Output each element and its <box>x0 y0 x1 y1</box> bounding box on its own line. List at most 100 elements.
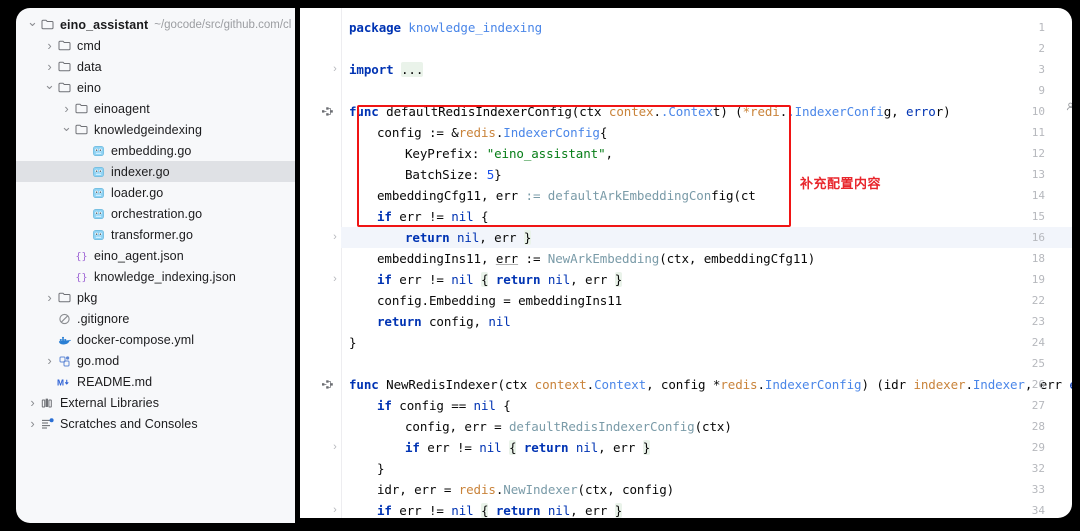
code-line[interactable]: if err != nil { return nil, err } <box>405 437 650 458</box>
code-token: , config * <box>646 377 721 392</box>
code-line[interactable]: func NewRedisIndexer(ctx context.Context… <box>349 374 1072 395</box>
code-token: contex <box>601 104 654 119</box>
folder-icon <box>73 124 90 136</box>
sidebar-item-embedding-go[interactable]: embedding.go <box>16 140 295 161</box>
sidebar-item-indexer-go[interactable]: indexer.go <box>16 161 295 182</box>
code-token: nil <box>547 272 571 287</box>
code-token: return <box>405 230 450 245</box>
sidebar-item-pkg[interactable]: pkg <box>16 287 295 308</box>
code-token: } <box>523 230 532 245</box>
sidebar-item-knowledge-indexing-json[interactable]: {} knowledge_indexing.json <box>16 266 295 287</box>
sidebar-item-label: eino_agent.json <box>94 248 184 263</box>
code-token: err != <box>391 272 452 287</box>
sidebar-item-external-libraries[interactable]: External Libraries <box>16 392 295 413</box>
json-file-icon: {} <box>73 250 90 261</box>
code-token: } <box>614 272 623 287</box>
fold-expand-icon[interactable]: › <box>329 59 341 80</box>
sidebar-item-go-mod[interactable]: go.mod <box>16 350 295 371</box>
code-token: , <box>605 146 614 161</box>
sidebar-item-scratches-and-consoles[interactable]: Scratches and Consoles <box>16 413 295 434</box>
code-line[interactable]: KeyPrefix: "eino_assistant", <box>405 143 613 164</box>
code-token: if <box>377 503 392 518</box>
code-line[interactable]: if err != nil { <box>377 206 489 227</box>
code-line[interactable]: } <box>377 458 385 479</box>
code-line[interactable]: if err != nil { return nil, err } <box>377 500 622 518</box>
sidebar-item-loader-go[interactable]: loader.go <box>16 182 295 203</box>
code-token: return <box>377 314 422 329</box>
code-token: import <box>349 62 394 77</box>
code-token: r) <box>935 104 959 119</box>
fold-expand-icon[interactable]: › <box>329 269 341 290</box>
sidebar-item-cmd[interactable]: cmd <box>16 35 295 56</box>
json-file-icon: {} <box>73 271 90 282</box>
code-line[interactable]: } <box>349 332 357 353</box>
project-tool-window[interactable]: eino_assistant ~/gocode/src/github.com/c… <box>16 8 295 523</box>
chevron-right-icon[interactable] <box>26 417 39 430</box>
code-line[interactable]: if config == nil { <box>377 395 511 416</box>
sidebar-item-label: einoagent <box>94 101 150 116</box>
line-number: 14 <box>1031 189 1045 202</box>
code-line[interactable]: idr, err = redis.NewIndexer(ctx, config) <box>377 479 674 500</box>
tree-row-root[interactable]: eino_assistant ~/gocode/src/github.com/c… <box>16 14 295 35</box>
code-line[interactable]: embeddingCfg11, err := defaultArkEmbeddi… <box>377 185 756 206</box>
code-editor[interactable]: package knowledge_indexingimport ... func… <box>300 8 1072 518</box>
code-token: if <box>377 398 392 413</box>
chevron-right-icon[interactable] <box>43 39 56 52</box>
scratches-icon <box>39 417 56 430</box>
sidebar-item-transformer-go[interactable]: transformer.go <box>16 224 295 245</box>
code-line[interactable]: return nil, err } <box>405 227 531 248</box>
go-file-icon <box>90 229 107 241</box>
gutter-usage-marker-icon[interactable] <box>322 374 336 395</box>
sidebar-item-label: transformer.go <box>111 227 193 242</box>
gomod-icon <box>56 355 73 367</box>
chevron-down-icon[interactable] <box>60 123 73 136</box>
code-token: nil <box>488 314 511 329</box>
chevron-down-icon[interactable] <box>43 81 56 94</box>
code-line[interactable]: BatchSize: 5} <box>405 164 502 185</box>
code-line[interactable]: config, err = defaultRedisIndexerConfig(… <box>405 416 732 437</box>
code-token: g, <box>883 104 899 119</box>
vcs-blame-annotation: huhailong.andy <box>1066 96 1072 117</box>
code-token: (ctx, config) <box>577 482 675 497</box>
sidebar-item-readme-md[interactable]: M README.md <box>16 371 295 392</box>
sidebar-item-gitignore[interactable]: .gitignore <box>16 308 295 329</box>
sidebar-item-data[interactable]: data <box>16 56 295 77</box>
project-file-tree[interactable]: eino_assistant ~/gocode/src/github.com/c… <box>16 8 295 434</box>
chevron-right-icon[interactable] <box>60 102 73 115</box>
svg-text:{}: {} <box>75 251 87 261</box>
svg-text:{}: {} <box>75 272 87 282</box>
sidebar-item-eino[interactable]: eino <box>16 77 295 98</box>
code-line[interactable]: config := &redis.IndexerConfig{ <box>377 122 607 143</box>
chevron-down-icon[interactable] <box>26 18 39 31</box>
code-token: if <box>377 209 392 224</box>
code-line[interactable]: import ... <box>349 59 423 80</box>
folder-icon <box>73 103 90 115</box>
chevron-right-icon[interactable] <box>26 396 39 409</box>
sidebar-item-orchestration-go[interactable]: orchestration.go <box>16 203 295 224</box>
code-line[interactable]: if err != nil { return nil, err } <box>377 269 622 290</box>
chevron-right-icon[interactable] <box>43 291 56 304</box>
sidebar-item-eino-agent-json[interactable]: {} eino_agent.json <box>16 245 295 266</box>
sidebar-item-einoagent[interactable]: einoagent <box>16 98 295 119</box>
sidebar-item-knowledgeindexing[interactable]: knowledgeindexing <box>16 119 295 140</box>
fold-expand-icon[interactable]: › <box>329 500 341 518</box>
fold-expand-icon[interactable]: › <box>329 437 341 458</box>
chevron-right-icon[interactable] <box>43 354 56 367</box>
fold-expand-icon[interactable]: › <box>329 227 341 248</box>
code-line[interactable]: return config, nil <box>377 311 511 332</box>
code-token: err <box>495 251 519 266</box>
chevron-right-icon[interactable] <box>43 60 56 73</box>
code-line[interactable]: package knowledge_indexing <box>349 17 542 38</box>
code-token: . <box>965 377 973 392</box>
code-line[interactable]: func defaultRedisIndexerConfig(ctx conte… <box>349 101 958 122</box>
go-file-icon <box>90 145 107 157</box>
code-line[interactable]: config.Embedding = embeddingIns11 <box>377 290 622 311</box>
gutter-usage-marker-icon[interactable] <box>322 101 336 122</box>
editor-code-area[interactable]: package knowledge_indexingimport ... func… <box>341 8 1072 518</box>
code-line[interactable]: embeddingIns11, err := NewArkEmbedding(c… <box>377 248 815 269</box>
sidebar-item-docker-compose-yml[interactable]: docker-compose.yml <box>16 329 295 350</box>
line-number: 11 <box>1031 126 1045 139</box>
